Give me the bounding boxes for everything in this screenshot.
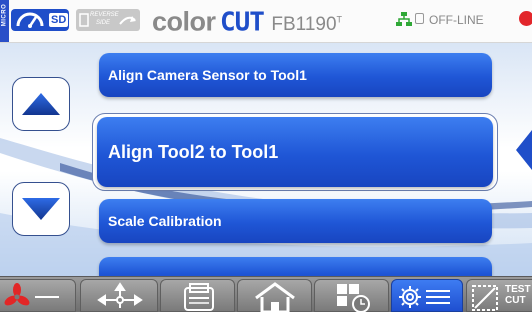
vacuum-fan-button[interactable] [0,279,76,312]
triangle-up-icon [22,93,60,115]
fan-icon [4,283,59,306]
reverse-side-label: REVERSE SIDE [90,12,119,26]
sd-card-badge[interactable]: SD [11,9,69,31]
scroll-down-button[interactable] [12,182,70,236]
menu-item-align-camera-sensor[interactable]: Align Camera Sensor to Tool1 [99,53,492,97]
menu-item-partial[interactable] [99,257,492,276]
menu-item-scale-calibration[interactable]: Scale Calibration [99,199,492,243]
main-panel: Align Camera Sensor to Tool1 Align Tool2… [0,43,532,276]
connection-status: OFF-LINE [429,13,484,27]
printer-button[interactable] [160,279,235,312]
brand-cut-word: CUT [219,7,265,38]
expand-left-arrow-icon[interactable] [516,130,532,170]
reverse-side-button[interactable]: REVERSE SIDE [76,9,140,31]
bottom-toolbar: TEST CUT [0,276,532,313]
flip-arrow-icon [119,16,136,25]
home-icon [255,282,295,313]
brand-color-word: color [152,6,216,37]
home-button[interactable] [237,279,312,313]
move-arrows-icon [97,282,143,308]
test-cut-icon [472,285,498,311]
move-head-button[interactable] [80,279,158,312]
lock-icon [415,13,424,24]
paper-flip-icon [79,13,89,27]
model-name: FB1190T [271,14,343,36]
top-status-bar: MICRO SD REVERSE SIDE color CUT FB1190T … [0,0,532,43]
status-indicator-icon [519,11,532,26]
speedometer-icon [16,12,44,28]
job-history-icon [337,284,370,313]
mode-label: MICRO [1,3,8,27]
job-history-button[interactable] [314,279,389,313]
settings-button[interactable] [391,279,463,312]
mode-strip: MICRO [0,0,9,42]
scroll-up-button[interactable] [12,77,70,131]
brand-logo: color CUT FB1190T [152,5,343,38]
test-cut-label: TEST CUT [505,284,531,306]
test-cut-button[interactable]: TEST CUT [466,279,532,312]
settings-icon [399,286,450,308]
printer-icon [184,283,214,311]
network-icon [396,12,412,26]
sd-label: SD [49,13,69,27]
menu-item-align-tool2[interactable]: Align Tool2 to Tool1 [97,117,493,187]
triangle-down-icon [22,198,60,220]
